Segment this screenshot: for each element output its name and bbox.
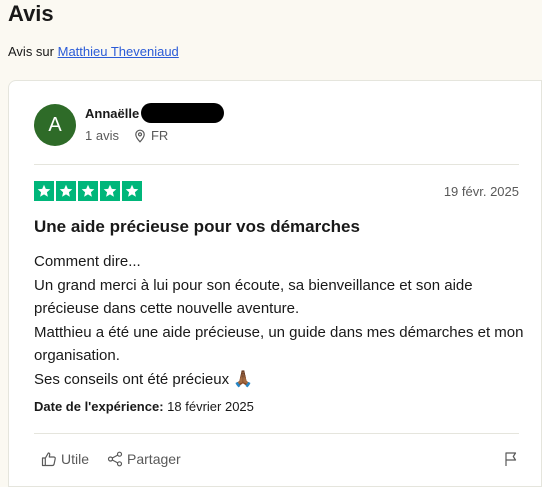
star-icon (56, 181, 76, 201)
country-code: FR (150, 128, 169, 143)
share-icon (107, 451, 123, 467)
useful-button[interactable]: Utile (41, 451, 89, 467)
reviewer-country: FR (133, 128, 168, 143)
divider (34, 433, 519, 434)
review-count: 1 avis (85, 128, 119, 143)
star-rating (34, 181, 142, 201)
flag-icon (505, 452, 517, 466)
thumbs-up-icon (41, 452, 56, 467)
avatar[interactable]: A (34, 104, 76, 146)
star-icon (122, 181, 142, 201)
praying-hands-emoji: 🙏🏾 (233, 370, 254, 388)
review-card: A Annaëlle 1 avis FR 19 févr. 2025 Une a… (8, 80, 542, 487)
star-icon (78, 181, 98, 201)
experience-value: 18 février 2025 (167, 399, 254, 414)
location-pin-icon (135, 129, 145, 143)
review-line: Matthieu a été une aide précieuse, un gu… (34, 323, 524, 365)
business-link[interactable]: Matthieu Theveniaud (58, 44, 179, 59)
review-line: Ses conseils ont été précieux 🙏🏾 (34, 368, 524, 392)
useful-label: Utile (61, 451, 90, 467)
review-actions: Utile Partager (41, 451, 181, 467)
reviewer-name[interactable]: Annaëlle (85, 106, 139, 121)
star-icon (34, 181, 54, 201)
experience-date: Date de l'expérience: 18 février 2025 (34, 399, 254, 414)
experience-label: Date de l'expérience: (34, 399, 164, 414)
review-body: Comment dire... Un grand merci à lui pou… (34, 250, 524, 391)
redaction-mark (141, 103, 224, 123)
review-line: Un grand merci à lui pour son écoute, sa… (34, 276, 473, 318)
review-date: 19 févr. 2025 (443, 184, 519, 199)
report-button[interactable] (503, 451, 519, 472)
share-label: Partager (127, 451, 181, 467)
reviews-about-prefix: Avis sur (8, 44, 58, 59)
review-line: Comment dire... (34, 253, 141, 270)
star-icon (100, 181, 120, 201)
reviews-about: Avis sur Matthieu Theveniaud (8, 44, 179, 60)
page-title: Avis (8, 1, 54, 26)
divider (34, 164, 519, 165)
review-line-text: Ses conseils ont été précieux (34, 370, 230, 388)
reviewer-meta: 1 avis FR (85, 128, 168, 143)
share-button[interactable]: Partager (107, 451, 181, 467)
review-title[interactable]: Une aide précieuse pour vos démarches (34, 217, 360, 237)
